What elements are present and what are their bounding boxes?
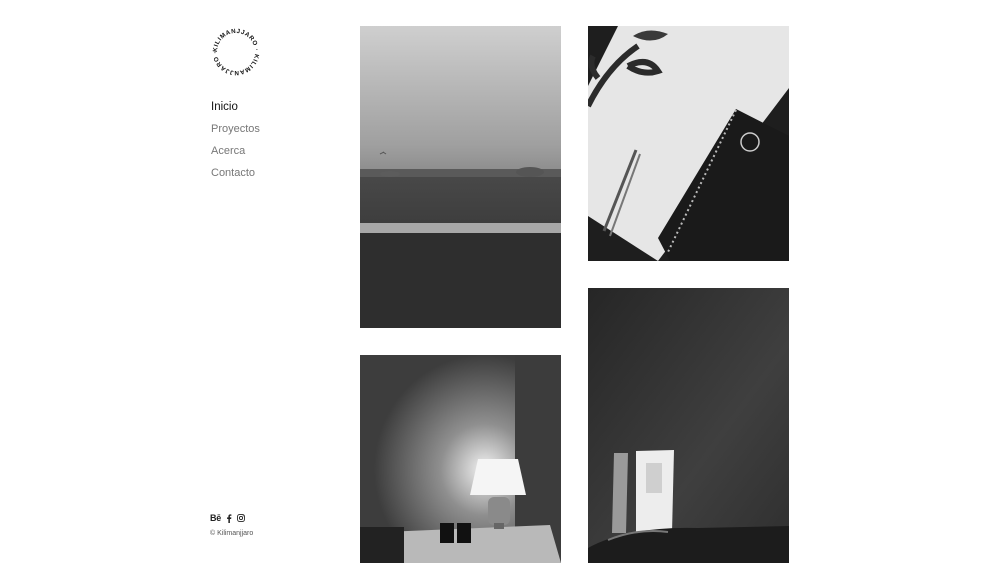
logo-text: KILIMANJJARO · KILIMANJJARO · (212, 28, 260, 76)
nav-item-inicio[interactable]: Inicio (211, 100, 260, 122)
sidebar: KILIMANJJARO · KILIMANJJARO · Inicio Pro… (210, 26, 330, 546)
photo-landscape-field[interactable] (360, 26, 561, 328)
nav-item-contacto[interactable]: Contacto (211, 166, 260, 188)
instagram-icon[interactable] (237, 514, 245, 522)
photo-notebook-desk[interactable] (588, 26, 789, 261)
lamp-image (360, 355, 561, 563)
photo-wall-light[interactable] (588, 288, 789, 563)
wall-light-image (588, 288, 789, 563)
facebook-icon[interactable] (226, 513, 232, 523)
logo-badge[interactable]: KILIMANJJARO · KILIMANJJARO · (210, 26, 262, 78)
behance-icon[interactable]: Bē (210, 513, 221, 523)
landscape-image (360, 26, 561, 328)
copyright-text: © Kilimanjjaro (210, 530, 254, 537)
nav-item-proyectos[interactable]: Proyectos (211, 122, 260, 144)
social-links: Bē (210, 513, 245, 523)
nav-item-acerca[interactable]: Acerca (211, 144, 260, 166)
main-nav: Inicio Proyectos Acerca Contacto (211, 100, 260, 188)
notebook-image (588, 26, 789, 261)
photo-lamp-room[interactable] (360, 355, 561, 563)
svg-text:KILIMANJJARO · KILIMANJJARO ·: KILIMANJJARO · KILIMANJJARO · (212, 28, 260, 76)
